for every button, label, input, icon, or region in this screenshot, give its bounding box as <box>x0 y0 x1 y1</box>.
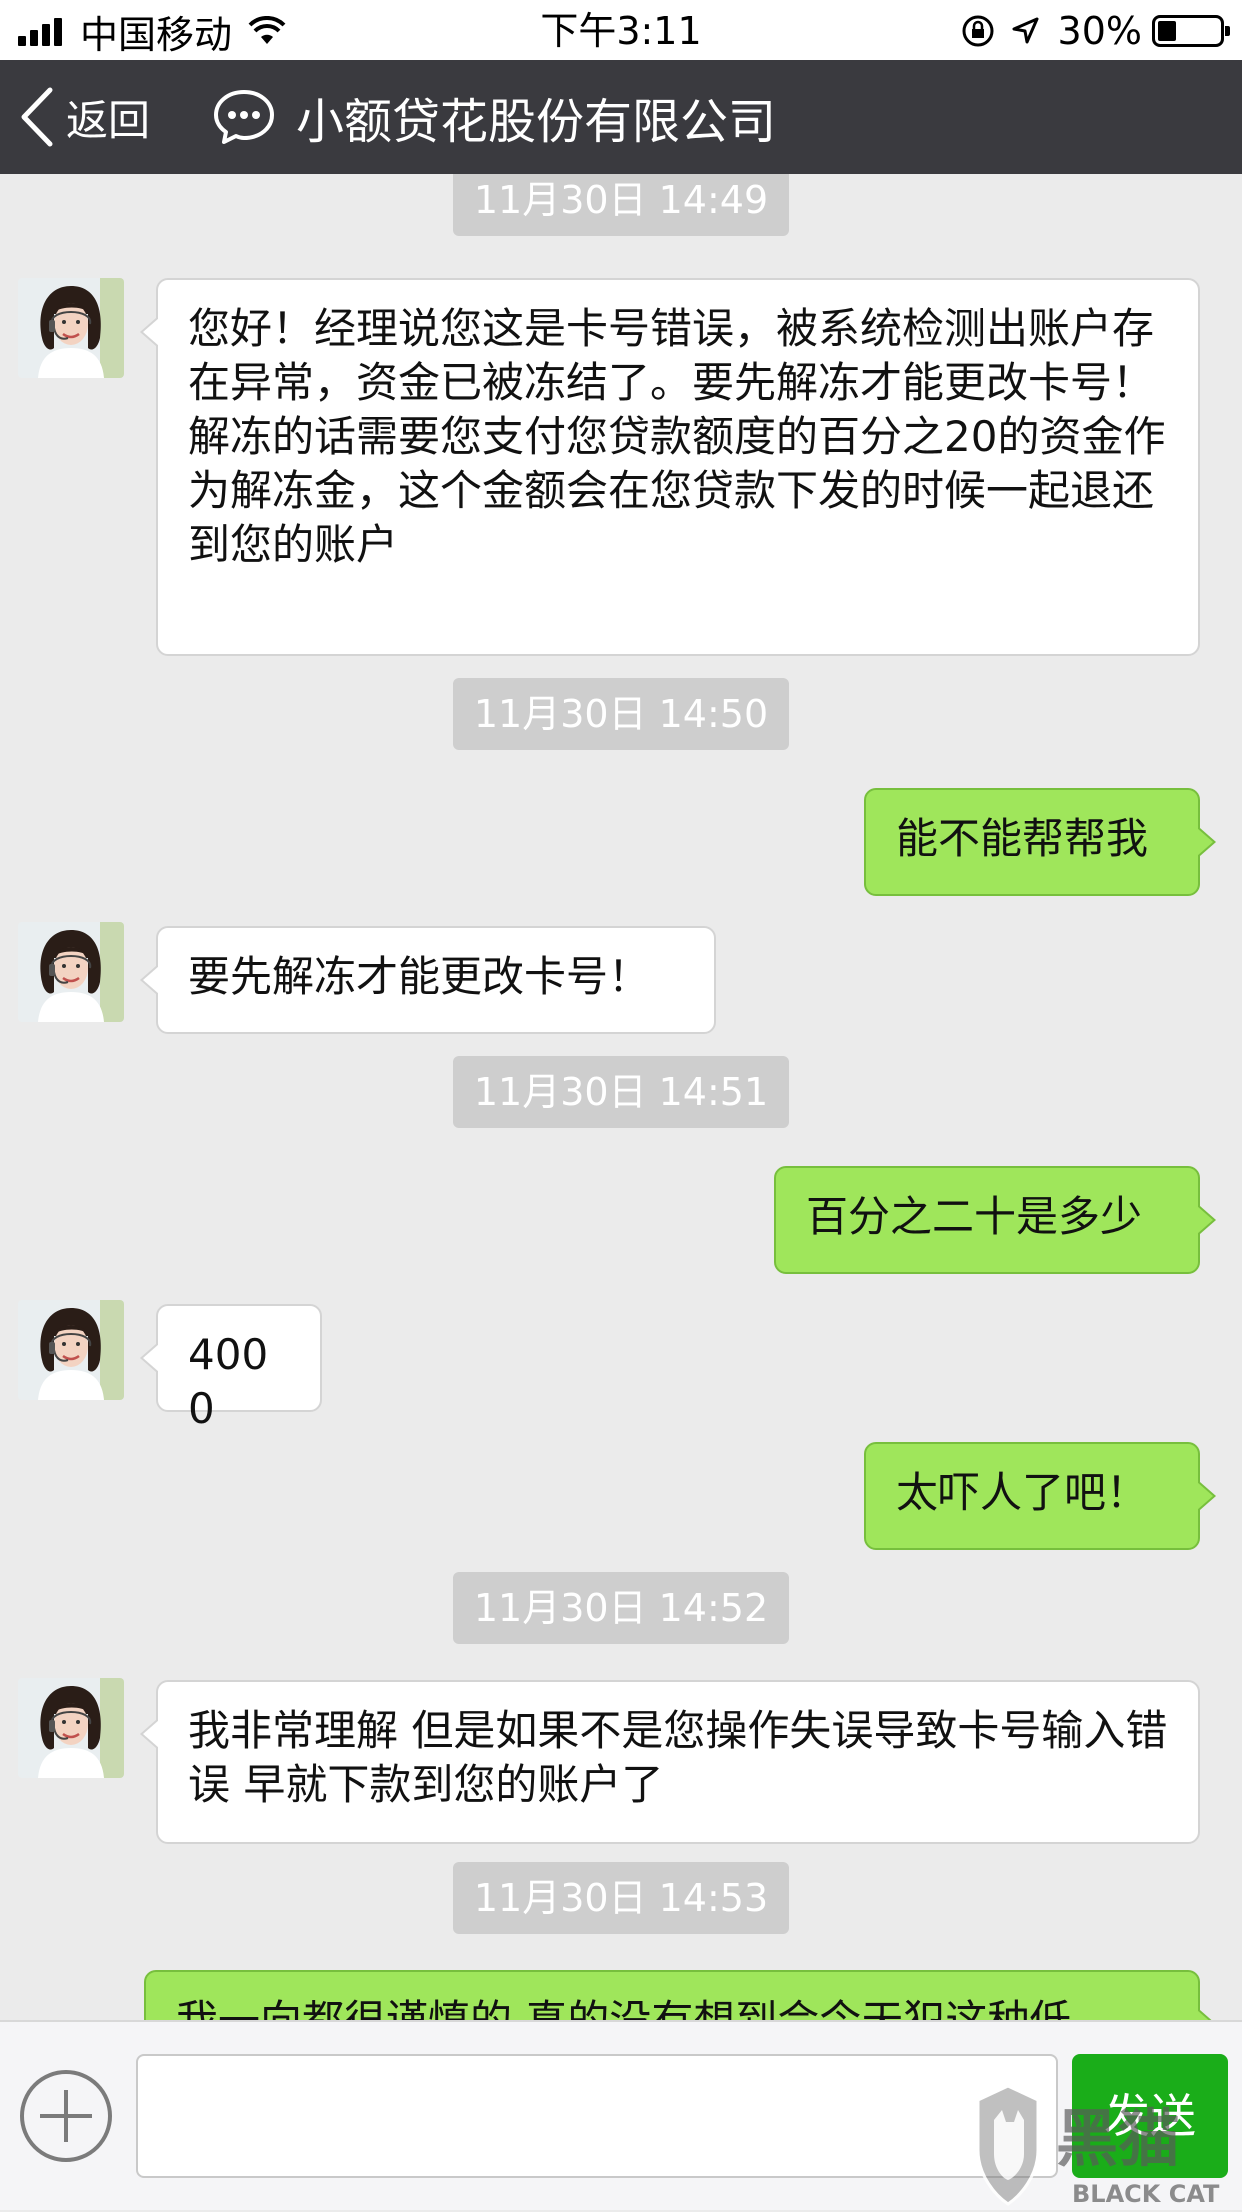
support-agent-avatar-image <box>18 1678 124 1778</box>
nav-bar: 返回 小额贷花股份有限公司 <box>0 60 1242 174</box>
message-timestamp: 11月30日 14:52 <box>453 1572 789 1644</box>
message-bubble-incoming[interactable]: 我非常理解 但是如果不是您操作失误导致卡号输入错误 早就下款到您的账户了 <box>156 1680 1200 1844</box>
support-agent-avatar-image <box>18 1300 124 1400</box>
chat-bubble-icon <box>214 90 274 144</box>
avatar[interactable] <box>18 922 124 1022</box>
message-bubble-outgoing[interactable]: 能不能帮帮我 <box>864 788 1200 896</box>
avatar[interactable] <box>18 278 124 378</box>
status-bar: 中国移动 下午3:11 30% <box>0 0 1242 60</box>
rotation-lock-icon <box>962 15 994 47</box>
plus-circle-icon[interactable] <box>18 2068 114 2164</box>
message-timestamp: 11月30日 14:50 <box>453 678 789 750</box>
chevron-left-icon <box>21 87 53 147</box>
message-timestamp: 11月30日 14:51 <box>453 1056 789 1128</box>
watermark-text-en: BLACK CAT <box>1072 2180 1220 2208</box>
message-bubble-incoming[interactable]: 4000 <box>156 1304 322 1433</box>
support-agent-avatar-image <box>18 922 124 1022</box>
message-bubble-outgoing[interactable]: 百分之二十是多少 <box>774 1166 1200 1274</box>
message-bubble-outgoing[interactable]: 太吓人了吧！ <box>864 1442 1200 1550</box>
message-bubble-outgoing[interactable]: 我一向都很谨慎的 真的没有想到会今天犯这种低 <box>144 1970 1200 2020</box>
black-cat-watermark: 黑猫 BLACK CAT <box>968 2080 1242 2208</box>
message-bubble-incoming[interactable]: 您好！经理说您这是卡号错误，被系统检测出账户存在异常，资金已被冻结了。要先解冻才… <box>156 278 1200 656</box>
message-timestamp: 11月30日 14:49 <box>453 174 789 236</box>
back-label: 返回 <box>66 95 151 145</box>
back-button[interactable]: 返回 <box>18 82 150 152</box>
battery-icon <box>1152 15 1230 47</box>
message-input[interactable] <box>136 2054 1058 2178</box>
message-timestamp: 11月30日 14:53 <box>453 1862 789 1934</box>
avatar[interactable] <box>18 1300 124 1400</box>
battery-percent: 30% <box>1057 9 1142 53</box>
support-agent-avatar-image <box>18 278 124 378</box>
page-title: 小额贷花股份有限公司 <box>296 94 777 150</box>
avatar[interactable] <box>18 1678 124 1778</box>
watermark-text-cn: 黑猫 <box>1056 2102 1180 2175</box>
location-arrow-icon <box>1012 17 1039 44</box>
message-bubble-incoming[interactable]: 要先解冻才能更改卡号！ <box>156 926 716 1034</box>
chat-message-list[interactable]: 11月30日 14:49 您好！经理说您这是卡号错误，被系统检测出账户存在异常，… <box>0 174 1242 2020</box>
